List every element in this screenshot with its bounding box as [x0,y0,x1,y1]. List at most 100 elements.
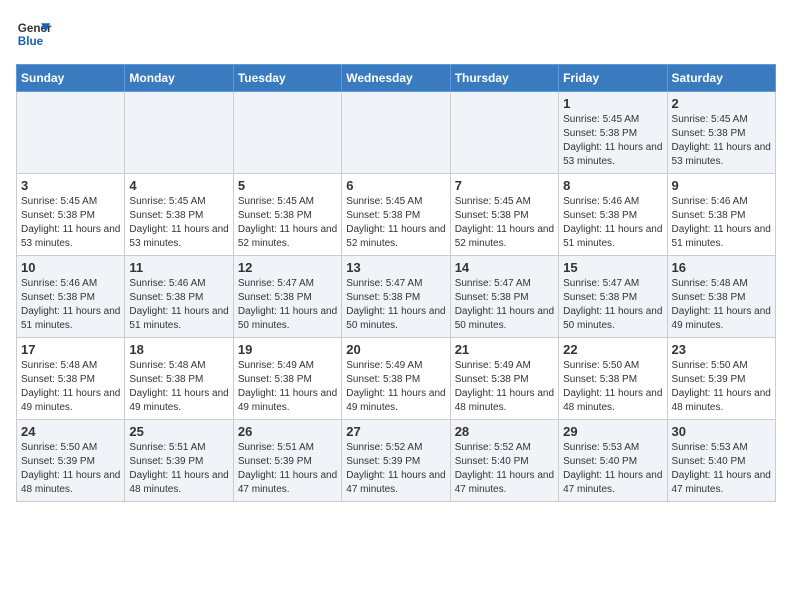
calendar-cell: 24 Sunrise: 5:50 AM Sunset: 5:39 PM Dayli… [17,420,125,502]
calendar-cell: 2 Sunrise: 5:45 AM Sunset: 5:38 PM Daylig… [667,92,775,174]
day-number: 16 [672,260,771,275]
calendar-week-3: 10 Sunrise: 5:46 AM Sunset: 5:38 PM Dayli… [17,256,776,338]
day-number: 2 [672,96,771,111]
day-number: 19 [238,342,337,357]
day-number: 27 [346,424,445,439]
day-number: 5 [238,178,337,193]
calendar-cell: 10 Sunrise: 5:46 AM Sunset: 5:38 PM Dayli… [17,256,125,338]
header: General Blue [16,16,776,52]
calendar-cell: 28 Sunrise: 5:52 AM Sunset: 5:40 PM Dayli… [450,420,558,502]
day-info: Sunrise: 5:50 AM Sunset: 5:39 PM Dayligh… [672,359,771,415]
day-number: 23 [672,342,771,357]
day-info: Sunrise: 5:45 AM Sunset: 5:38 PM Dayligh… [21,195,120,251]
day-number: 24 [21,424,120,439]
day-number: 1 [563,96,662,111]
day-info: Sunrise: 5:48 AM Sunset: 5:38 PM Dayligh… [21,359,120,415]
day-info: Sunrise: 5:49 AM Sunset: 5:38 PM Dayligh… [455,359,554,415]
day-number: 17 [21,342,120,357]
calendar-cell: 3 Sunrise: 5:45 AM Sunset: 5:38 PM Daylig… [17,174,125,256]
calendar-cell: 14 Sunrise: 5:47 AM Sunset: 5:38 PM Dayli… [450,256,558,338]
calendar-cell: 25Sunrise: 5:51 AM Sunset: 5:39 PM Dayli… [125,420,233,502]
day-number: 8 [563,178,662,193]
day-info: Sunrise: 5:51 AM Sunset: 5:39 PM Dayligh… [129,441,228,497]
calendar-cell: 7 Sunrise: 5:45 AM Sunset: 5:38 PM Daylig… [450,174,558,256]
day-number: 9 [672,178,771,193]
calendar-cell: 13 Sunrise: 5:47 AM Sunset: 5:38 PM Dayli… [342,256,450,338]
day-number: 7 [455,178,554,193]
day-info: Sunrise: 5:47 AM Sunset: 5:38 PM Dayligh… [455,277,554,333]
day-header-friday: Friday [559,65,667,92]
calendar-cell: 11 Sunrise: 5:46 AM Sunset: 5:38 PM Dayli… [125,256,233,338]
svg-text:Blue: Blue [18,35,44,48]
calendar-cell: 22 Sunrise: 5:50 AM Sunset: 5:38 PM Dayli… [559,338,667,420]
day-number: 6 [346,178,445,193]
calendar-cell: 9 Sunrise: 5:46 AM Sunset: 5:38 PM Daylig… [667,174,775,256]
day-info: Sunrise: 5:49 AM Sunset: 5:38 PM Dayligh… [346,359,445,415]
day-number: 13 [346,260,445,275]
day-number: 3 [21,178,120,193]
day-info: Sunrise: 5:45 AM Sunset: 5:38 PM Dayligh… [455,195,554,251]
calendar-cell: 29Sunrise: 5:53 AM Sunset: 5:40 PM Dayli… [559,420,667,502]
calendar-cell: 18 Sunrise: 5:48 AM Sunset: 5:38 PM Dayli… [125,338,233,420]
calendar-week-4: 17 Sunrise: 5:48 AM Sunset: 5:38 PM Dayli… [17,338,776,420]
logo: General Blue [16,16,52,52]
calendar-cell [233,92,341,174]
day-number: 22 [563,342,662,357]
calendar-cell [125,92,233,174]
day-number: 26 [238,424,337,439]
calendar-header: SundayMondayTuesdayWednesdayThursdayFrid… [17,65,776,92]
day-info: Sunrise: 5:45 AM Sunset: 5:38 PM Dayligh… [563,113,662,169]
day-info: Sunrise: 5:46 AM Sunset: 5:38 PM Dayligh… [129,277,228,333]
day-number: 11 [129,260,228,275]
calendar-cell: 12 Sunrise: 5:47 AM Sunset: 5:38 PM Dayli… [233,256,341,338]
calendar-cell: 20 Sunrise: 5:49 AM Sunset: 5:38 PM Dayli… [342,338,450,420]
day-info: Sunrise: 5:46 AM Sunset: 5:38 PM Dayligh… [21,277,120,333]
day-info: Sunrise: 5:53 AM Sunset: 5:40 PM Dayligh… [672,441,771,497]
day-info: Sunrise: 5:47 AM Sunset: 5:38 PM Dayligh… [346,277,445,333]
calendar-cell: 23 Sunrise: 5:50 AM Sunset: 5:39 PM Dayli… [667,338,775,420]
day-number: 28 [455,424,554,439]
calendar-cell [450,92,558,174]
day-info: Sunrise: 5:49 AM Sunset: 5:38 PM Dayligh… [238,359,337,415]
day-number: 21 [455,342,554,357]
day-header-thursday: Thursday [450,65,558,92]
calendar-cell: 21 Sunrise: 5:49 AM Sunset: 5:38 PM Dayli… [450,338,558,420]
calendar-week-5: 24 Sunrise: 5:50 AM Sunset: 5:39 PM Dayli… [17,420,776,502]
calendar-cell [342,92,450,174]
calendar-cell: 17 Sunrise: 5:48 AM Sunset: 5:38 PM Dayli… [17,338,125,420]
calendar-week-2: 3 Sunrise: 5:45 AM Sunset: 5:38 PM Daylig… [17,174,776,256]
day-info: Sunrise: 5:48 AM Sunset: 5:38 PM Dayligh… [672,277,771,333]
day-info: Sunrise: 5:50 AM Sunset: 5:39 PM Dayligh… [21,441,120,497]
day-info: Sunrise: 5:45 AM Sunset: 5:38 PM Dayligh… [672,113,771,169]
calendar-cell: 4 Sunrise: 5:45 AM Sunset: 5:38 PM Daylig… [125,174,233,256]
calendar-cell: 19 Sunrise: 5:49 AM Sunset: 5:38 PM Dayli… [233,338,341,420]
day-info: Sunrise: 5:52 AM Sunset: 5:40 PM Dayligh… [455,441,554,497]
day-header-wednesday: Wednesday [342,65,450,92]
day-number: 12 [238,260,337,275]
day-info: Sunrise: 5:46 AM Sunset: 5:38 PM Dayligh… [563,195,662,251]
day-number: 18 [129,342,228,357]
calendar-cell: 8 Sunrise: 5:46 AM Sunset: 5:38 PM Daylig… [559,174,667,256]
day-info: Sunrise: 5:52 AM Sunset: 5:39 PM Dayligh… [346,441,445,497]
day-number: 20 [346,342,445,357]
day-info: Sunrise: 5:48 AM Sunset: 5:38 PM Dayligh… [129,359,228,415]
calendar-cell: 16 Sunrise: 5:48 AM Sunset: 5:38 PM Dayli… [667,256,775,338]
logo-icon: General Blue [16,16,52,52]
day-number: 15 [563,260,662,275]
day-number: 30 [672,424,771,439]
calendar-cell: 26 Sunrise: 5:51 AM Sunset: 5:39 PM Dayli… [233,420,341,502]
day-info: Sunrise: 5:46 AM Sunset: 5:38 PM Dayligh… [672,195,771,251]
calendar-cell: 5Sunrise: 5:45 AM Sunset: 5:38 PM Daylig… [233,174,341,256]
day-info: Sunrise: 5:45 AM Sunset: 5:38 PM Dayligh… [129,195,228,251]
day-info: Sunrise: 5:47 AM Sunset: 5:38 PM Dayligh… [563,277,662,333]
day-info: Sunrise: 5:47 AM Sunset: 5:38 PM Dayligh… [238,277,337,333]
day-info: Sunrise: 5:51 AM Sunset: 5:39 PM Dayligh… [238,441,337,497]
day-number: 14 [455,260,554,275]
calendar-cell: 6Sunrise: 5:45 AM Sunset: 5:38 PM Daylig… [342,174,450,256]
calendar-cell: 15 Sunrise: 5:47 AM Sunset: 5:38 PM Dayli… [559,256,667,338]
day-info: Sunrise: 5:53 AM Sunset: 5:40 PM Dayligh… [563,441,662,497]
day-info: Sunrise: 5:50 AM Sunset: 5:38 PM Dayligh… [563,359,662,415]
day-number: 4 [129,178,228,193]
day-number: 10 [21,260,120,275]
day-header-sunday: Sunday [17,65,125,92]
